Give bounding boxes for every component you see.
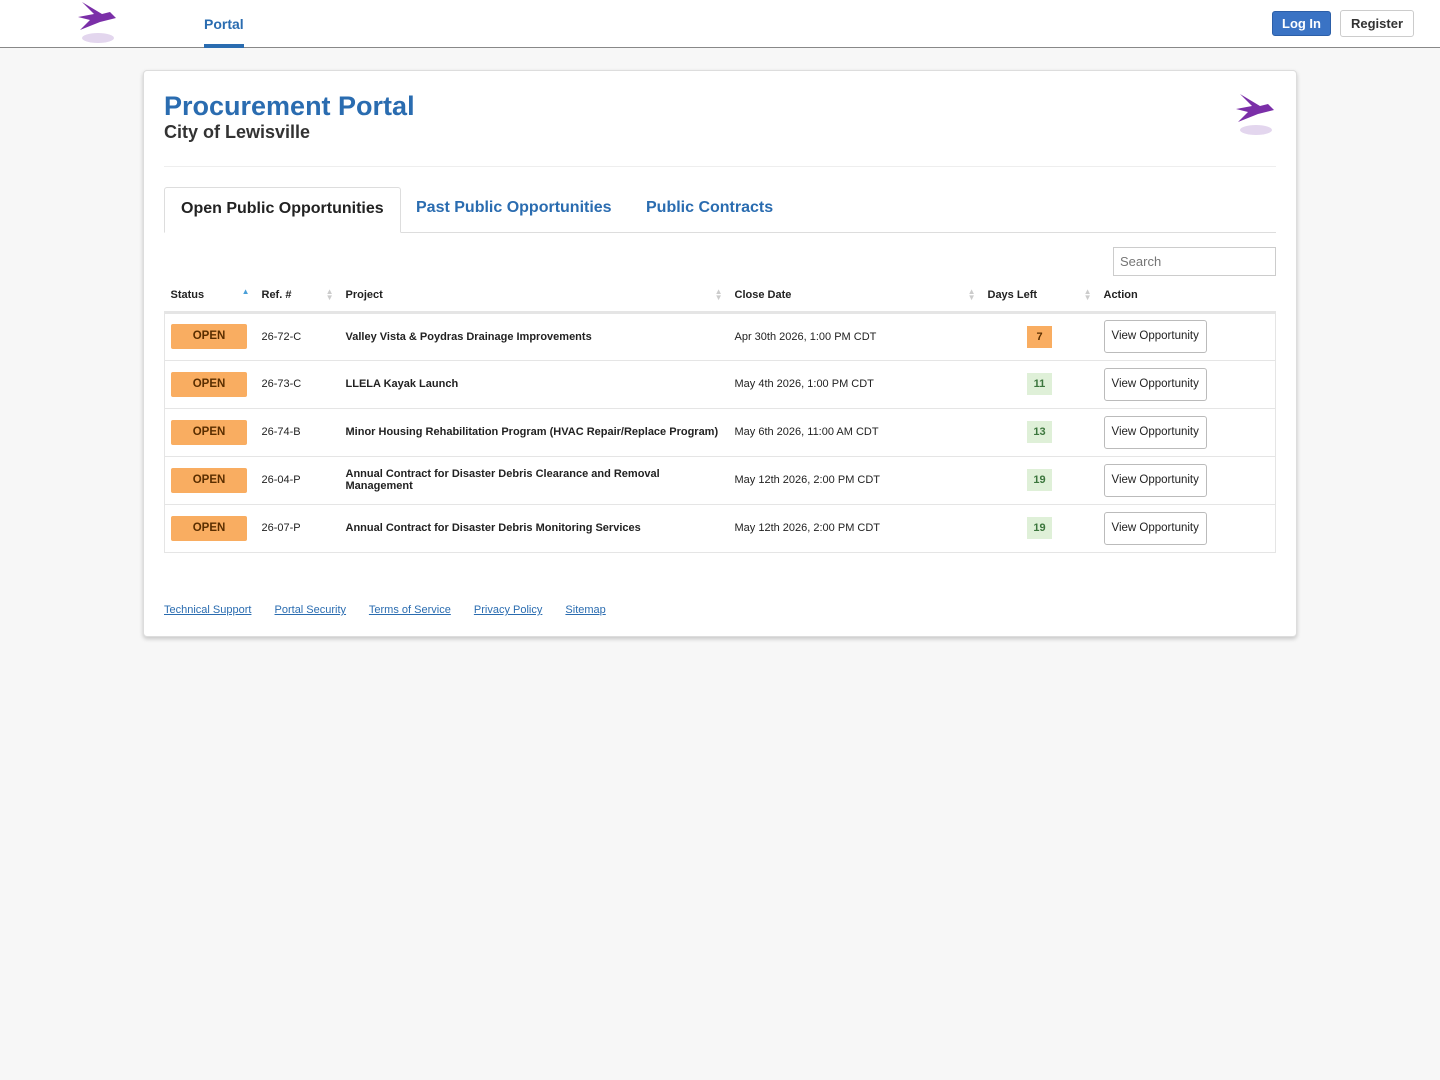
- cell-days-left: 19: [981, 456, 1098, 505]
- cell-status: OPEN: [164, 360, 256, 409]
- col-ref[interactable]: Ref. # ▲ ▼: [255, 279, 340, 314]
- col-status[interactable]: Status ▲: [164, 279, 256, 314]
- cell-ref: 26-04-P: [255, 456, 340, 505]
- view-opportunity-button[interactable]: View Opportunity: [1103, 320, 1207, 353]
- cell-project: LLELA Kayak Launch: [339, 360, 729, 409]
- cell-action: View Opportunity: [1097, 456, 1276, 505]
- cell-days-left: 13: [981, 408, 1098, 457]
- tabs: Open Public Opportunities Past Public Op…: [164, 187, 1276, 233]
- bird-logo-icon[interactable]: [74, 0, 120, 48]
- status-badge: OPEN: [171, 419, 247, 445]
- table-row: OPEN 26-72-C Valley Vista & Poydras Drai…: [164, 312, 1276, 361]
- status-badge: OPEN: [171, 324, 247, 349]
- cell-project: Valley Vista & Poydras Drainage Improvem…: [339, 312, 729, 361]
- cell-close-date: May 12th 2026, 2:00 PM CDT: [728, 456, 982, 505]
- col-project[interactable]: Project ▲ ▼: [339, 279, 729, 314]
- view-opportunity-button[interactable]: View Opportunity: [1103, 415, 1207, 449]
- days-left-badge: 13: [1027, 421, 1052, 443]
- link-technical-support[interactable]: Technical Support: [164, 604, 251, 616]
- table-row: OPEN 26-07-P Annual Contract for Disaste…: [164, 504, 1276, 553]
- tab-public-contracts[interactable]: Public Contracts: [630, 187, 789, 233]
- cell-ref: 26-72-C: [255, 312, 340, 361]
- link-privacy-policy[interactable]: Privacy Policy: [474, 604, 542, 616]
- days-left-badge: 7: [1027, 325, 1052, 348]
- active-tab-indicator: [204, 44, 244, 48]
- portal-card: Procurement Portal City of Lewisville Op…: [143, 70, 1297, 637]
- view-opportunity-button[interactable]: View Opportunity: [1103, 511, 1207, 545]
- search-input[interactable]: [1113, 247, 1276, 276]
- col-label: Days Left: [987, 288, 1038, 301]
- bird-logo-icon: [1236, 94, 1274, 135]
- col-action: Action: [1097, 279, 1276, 314]
- sort-icon: ▲ ▼: [714, 287, 723, 302]
- days-left-badge: 19: [1027, 469, 1052, 491]
- cell-action: View Opportunity: [1097, 408, 1276, 457]
- link-sitemap[interactable]: Sitemap: [565, 604, 605, 616]
- col-label: Status: [170, 288, 205, 301]
- cell-close-date: May 12th 2026, 2:00 PM CDT: [728, 504, 982, 553]
- col-label: Close Date: [734, 288, 792, 301]
- view-opportunity-button[interactable]: View Opportunity: [1103, 463, 1207, 497]
- status-badge: OPEN: [171, 515, 247, 541]
- register-button[interactable]: Register: [1340, 10, 1414, 37]
- status-badge: OPEN: [171, 467, 247, 493]
- cell-ref: 26-07-P: [255, 504, 340, 553]
- cell-ref: 26-74-B: [255, 408, 340, 457]
- tab-open-opportunities[interactable]: Open Public Opportunities: [164, 187, 401, 233]
- table-row: OPEN 26-04-P Annual Contract for Disaste…: [164, 456, 1276, 505]
- table-row: OPEN 26-73-C LLELA Kayak Launch May 4th …: [164, 360, 1276, 409]
- cell-project: Annual Contract for Disaster Debris Moni…: [339, 504, 729, 553]
- cell-status: OPEN: [164, 312, 256, 361]
- top-navbar: Portal Log In Register: [0, 0, 1440, 48]
- cell-project: Annual Contract for Disaster Debris Clea…: [339, 456, 729, 505]
- col-close-date[interactable]: Close Date ▲ ▼: [728, 279, 982, 314]
- divider: [164, 166, 1276, 167]
- cell-ref: 26-73-C: [255, 360, 340, 409]
- view-opportunity-button[interactable]: View Opportunity: [1103, 367, 1207, 401]
- cell-project: Minor Housing Rehabilitation Program (HV…: [339, 408, 729, 457]
- days-left-badge: 11: [1027, 373, 1052, 395]
- sort-asc-icon: ▲: [241, 287, 250, 296]
- cell-action: View Opportunity: [1097, 504, 1276, 553]
- col-label: Ref. #: [261, 288, 292, 301]
- page-subtitle: City of Lewisville: [164, 122, 311, 142]
- link-portal-security[interactable]: Portal Security: [275, 604, 347, 616]
- nav-tab-portal[interactable]: Portal: [204, 16, 244, 32]
- cell-days-left: 11: [981, 360, 1098, 409]
- cell-days-left: 7: [981, 312, 1098, 361]
- days-left-badge: 19: [1027, 517, 1052, 539]
- cell-action: View Opportunity: [1097, 312, 1276, 361]
- cell-status: OPEN: [164, 504, 256, 553]
- cell-status: OPEN: [164, 408, 256, 457]
- table-row: OPEN 26-74-B Minor Housing Rehabilitatio…: [164, 408, 1276, 457]
- footer-links: Technical Support Portal Security Terms …: [164, 604, 626, 616]
- sort-icon: ▲ ▼: [1083, 287, 1092, 302]
- col-days-left[interactable]: Days Left ▲ ▼: [981, 279, 1098, 314]
- tab-past-opportunities[interactable]: Past Public Opportunities: [400, 187, 628, 233]
- opportunities-table: Status ▲ Ref. # ▲ ▼ Project ▲ ▼ Close Date ▲ ▼ …: [164, 279, 1276, 553]
- col-label: Project: [345, 288, 383, 301]
- page-title: Procurement Portal: [164, 91, 415, 121]
- sort-icon: ▲ ▼: [325, 287, 334, 302]
- link-terms-of-service[interactable]: Terms of Service: [369, 604, 451, 616]
- cell-close-date: Apr 30th 2026, 1:00 PM CDT: [728, 312, 982, 361]
- cell-close-date: May 4th 2026, 1:00 PM CDT: [728, 360, 982, 409]
- cell-days-left: 19: [981, 504, 1098, 553]
- cell-close-date: May 6th 2026, 11:00 AM CDT: [728, 408, 982, 457]
- cell-status: OPEN: [164, 456, 256, 505]
- sort-icon: ▲ ▼: [967, 287, 976, 302]
- login-button[interactable]: Log In: [1272, 11, 1331, 36]
- status-badge: OPEN: [171, 371, 247, 397]
- cell-action: View Opportunity: [1097, 360, 1276, 409]
